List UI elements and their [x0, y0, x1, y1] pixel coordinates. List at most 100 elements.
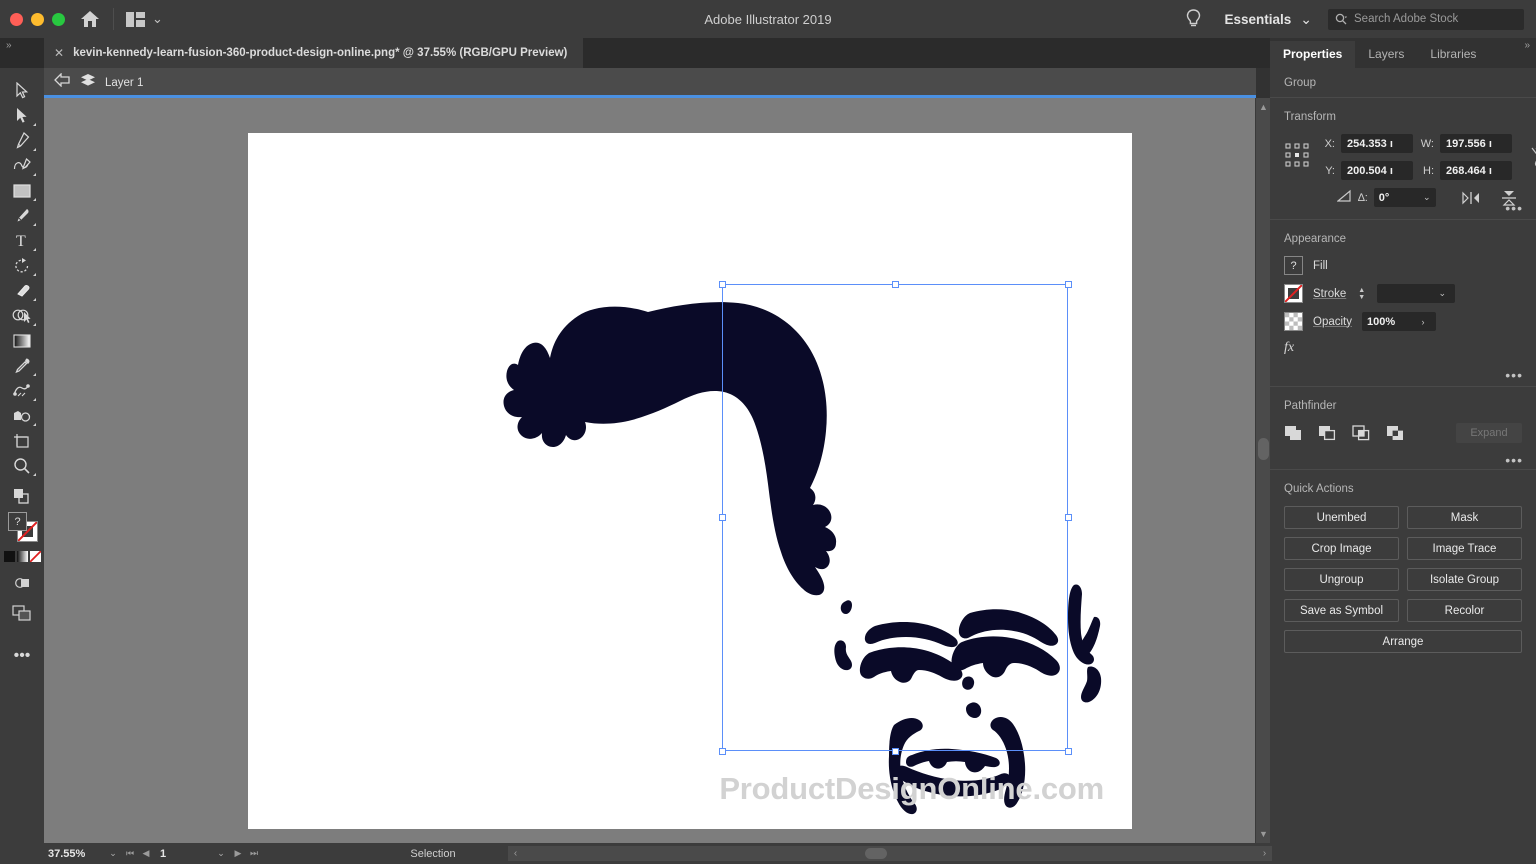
- pen-tool[interactable]: [5, 128, 39, 153]
- angle-chevron-icon[interactable]: ⌄: [1418, 192, 1436, 203]
- stroke-chevron-icon[interactable]: ⌄: [1433, 288, 1451, 299]
- rotate-tool[interactable]: [5, 253, 39, 278]
- tab-libraries[interactable]: Libraries: [1417, 41, 1489, 68]
- traced-portrait-artwork[interactable]: [248, 133, 1132, 829]
- isolate-group-button[interactable]: Isolate Group: [1407, 568, 1522, 591]
- page-nav-prev[interactable]: ◀: [138, 848, 154, 859]
- save-as-symbol-button[interactable]: Save as Symbol: [1284, 599, 1399, 622]
- recolor-button[interactable]: Recolor: [1407, 599, 1522, 622]
- drawing-mode-button[interactable]: [5, 570, 39, 595]
- pathfinder-more-options[interactable]: •••: [1505, 457, 1523, 463]
- crop-image-button[interactable]: Crop Image: [1284, 537, 1399, 560]
- fill-swatch[interactable]: ?: [8, 512, 27, 531]
- horizontal-scrollbar-thumb[interactable]: [865, 848, 887, 859]
- curvature-tool[interactable]: [5, 153, 39, 178]
- canvas-vertical-scrollbar[interactable]: ▲ ▼: [1255, 98, 1270, 843]
- lightbulb-icon[interactable]: [1180, 6, 1206, 32]
- artboard-tool[interactable]: [5, 428, 39, 453]
- none-stroke-icon[interactable]: [1284, 284, 1303, 303]
- minimize-window-button[interactable]: [31, 13, 44, 26]
- edit-toolbar-button[interactable]: [5, 484, 39, 509]
- type-tool[interactable]: T: [5, 228, 39, 253]
- fx-icon[interactable]: fx: [1284, 340, 1522, 356]
- screen-mode-button[interactable]: [5, 600, 39, 625]
- flip-horizontal-icon[interactable]: [1460, 191, 1482, 205]
- canvas-area[interactable]: ProductDesignOnline.com: [44, 98, 1256, 843]
- angle-input[interactable]: 0° ⌄: [1374, 188, 1436, 207]
- arrange-documents-button[interactable]: ⌄: [126, 12, 163, 27]
- opacity-input[interactable]: 100% ›: [1362, 312, 1436, 331]
- expand-button[interactable]: Expand: [1456, 423, 1522, 443]
- maximize-window-button[interactable]: [52, 13, 65, 26]
- gradient-swatch-button[interactable]: [17, 551, 28, 562]
- tab-layers[interactable]: Layers: [1355, 41, 1417, 68]
- opacity-arrow-icon[interactable]: ›: [1414, 317, 1432, 327]
- scroll-right-icon[interactable]: ›: [1257, 848, 1272, 859]
- eraser-tool[interactable]: [5, 278, 39, 303]
- gradient-tool[interactable]: [5, 328, 39, 353]
- page-chevron-icon[interactable]: ⌄: [212, 848, 230, 859]
- rectangle-tool[interactable]: [5, 178, 39, 203]
- unlinked-proportions-icon[interactable]: [1530, 146, 1536, 173]
- blend-tool[interactable]: [5, 378, 39, 403]
- appearance-more-options[interactable]: •••: [1505, 372, 1523, 378]
- scroll-down-icon[interactable]: ▼: [1256, 829, 1271, 839]
- scroll-up-icon[interactable]: ▲: [1256, 102, 1271, 112]
- y-input[interactable]: 200.504 ı: [1341, 161, 1413, 180]
- panel-collapse-icon[interactable]: »: [1524, 40, 1529, 51]
- shape-builder-tool[interactable]: [5, 303, 39, 328]
- close-icon[interactable]: ✕: [54, 46, 64, 60]
- x-input[interactable]: 254.353 ı: [1341, 134, 1413, 153]
- close-window-button[interactable]: [10, 13, 23, 26]
- color-swatch-button[interactable]: [4, 551, 15, 562]
- none-swatch-button[interactable]: [30, 551, 41, 562]
- fill-stroke-swatches[interactable]: ?: [5, 511, 39, 545]
- workspace-selector[interactable]: Essentials ⌄: [1224, 12, 1312, 27]
- transparency-grid-icon[interactable]: [1284, 312, 1303, 331]
- home-icon[interactable]: [79, 8, 101, 30]
- stroke-label[interactable]: Stroke: [1313, 288, 1346, 300]
- ungroup-button[interactable]: Ungroup: [1284, 568, 1399, 591]
- mask-button[interactable]: Mask: [1407, 506, 1522, 529]
- artboard[interactable]: ProductDesignOnline.com: [248, 133, 1132, 829]
- toolbar-more-icon[interactable]: •••: [5, 643, 39, 668]
- mixed-fill-question-icon[interactable]: ?: [1284, 256, 1303, 275]
- image-trace-button[interactable]: Image Trace: [1407, 537, 1522, 560]
- eyedropper-tool[interactable]: [5, 353, 39, 378]
- width-input[interactable]: 197.556 ı: [1440, 134, 1512, 153]
- exclude-icon[interactable]: [1386, 424, 1406, 442]
- back-arrow-icon[interactable]: [54, 73, 71, 92]
- direct-selection-tool[interactable]: [5, 103, 39, 128]
- page-nav-next[interactable]: ▶: [230, 848, 246, 859]
- arrange-chevron-icon[interactable]: ⌄: [152, 16, 163, 22]
- status-tool-label[interactable]: Selection: [338, 848, 528, 860]
- reference-point-grid-icon[interactable]: [1284, 142, 1310, 168]
- scroll-left-icon[interactable]: ‹: [508, 848, 523, 859]
- document-tab[interactable]: ✕ kevin-kennedy-learn-fusion-360-product…: [44, 38, 583, 68]
- transform-more-options[interactable]: •••: [1505, 205, 1523, 211]
- paintbrush-tool[interactable]: [5, 203, 39, 228]
- search-adobe-stock-input[interactable]: Search Adobe Stock: [1328, 9, 1524, 30]
- intersect-icon[interactable]: [1352, 424, 1372, 442]
- fill-row: ? Fill: [1284, 256, 1522, 275]
- stroke-weight-input[interactable]: ⌄: [1377, 284, 1455, 303]
- minus-front-icon[interactable]: [1318, 424, 1338, 442]
- zoom-level-value[interactable]: 37.55%: [48, 848, 104, 860]
- canvas-horizontal-scrollbar[interactable]: ‹ ›: [508, 846, 1272, 861]
- selection-tool[interactable]: [5, 78, 39, 103]
- zoom-tool[interactable]: [5, 453, 39, 478]
- stroke-weight-stepper[interactable]: ▲▼: [1356, 287, 1367, 301]
- height-input[interactable]: 268.464 ı: [1440, 161, 1512, 180]
- page-nav-first[interactable]: ⏮: [122, 848, 138, 859]
- unembed-button[interactable]: Unembed: [1284, 506, 1399, 529]
- page-nav-last[interactable]: ⏭: [246, 848, 262, 859]
- opacity-label[interactable]: Opacity: [1313, 316, 1352, 328]
- tab-properties[interactable]: Properties: [1270, 41, 1355, 68]
- zoom-chevron-icon[interactable]: ⌄: [104, 848, 122, 859]
- arrange-button[interactable]: Arrange: [1284, 630, 1522, 653]
- toolbar-collapse-icon[interactable]: »: [6, 40, 11, 51]
- unite-icon[interactable]: [1284, 424, 1304, 442]
- symbol-sprayer-tool[interactable]: [5, 403, 39, 428]
- page-number-value[interactable]: 1: [154, 848, 212, 860]
- vertical-scrollbar-thumb[interactable]: [1258, 438, 1269, 460]
